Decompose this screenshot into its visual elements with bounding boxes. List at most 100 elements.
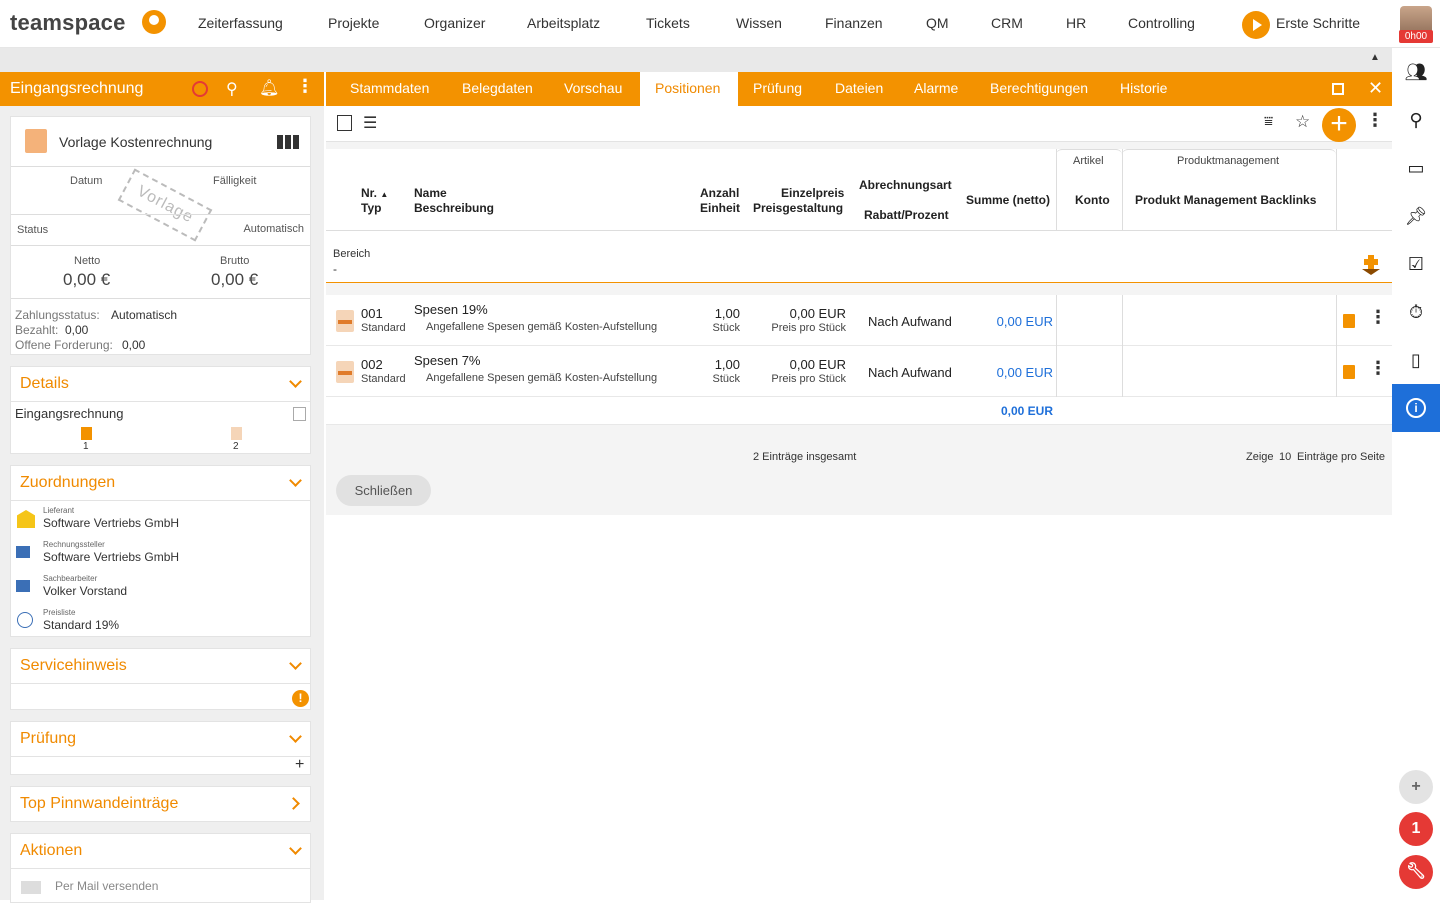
notifications-badge[interactable]: 1 — [1399, 812, 1433, 846]
tab-pruefung[interactable]: Prüfung — [753, 80, 802, 96]
header-pm-backlinks[interactable]: Produkt Management Backlinks — [1135, 193, 1316, 208]
nav-wissen[interactable]: Wissen — [736, 15, 782, 31]
nav-hr[interactable]: HR — [1066, 15, 1086, 31]
header-anzahl[interactable]: Anzahl — [700, 186, 739, 201]
header-konto[interactable]: Konto — [1075, 193, 1110, 208]
add-pruefung-icon[interactable]: + — [295, 756, 304, 774]
expand-icon[interactable] — [1332, 83, 1344, 95]
toolbar-menu-icon[interactable]: ⋮ — [1366, 110, 1384, 131]
collapse-up-icon[interactable]: ▲ — [1370, 52, 1380, 63]
header-nr[interactable]: Nr. ▲ — [361, 186, 388, 202]
nav-arbeitsplatz[interactable]: Arbeitsplatz — [527, 15, 600, 31]
tab-berechtigungen[interactable]: Berechtigungen — [990, 80, 1088, 96]
tab-historie[interactable]: Historie — [1120, 80, 1167, 96]
tab-vorschau[interactable]: Vorschau — [564, 80, 622, 96]
table-row[interactable]: 002 Standard Spesen 7% Angefallene Spese… — [326, 346, 1392, 397]
bereich-value[interactable]: - — [333, 262, 337, 276]
clerk-icon — [16, 580, 30, 592]
zahlungsstatus-value: Automatisch — [111, 308, 178, 322]
bezahlt-value: 0,00 — [65, 323, 89, 337]
mobile-icon[interactable]: ▯ — [1404, 348, 1428, 372]
nav-qm[interactable]: QM — [926, 15, 949, 31]
wrench-button[interactable]: 🔧︎ — [1399, 855, 1433, 889]
nav-zeiterfassung[interactable]: Zeiterfassung — [198, 15, 283, 31]
doc-light-icon[interactable] — [231, 427, 242, 440]
per-page-select[interactable]: 10 — [1279, 451, 1291, 463]
zuordnung-value-preisliste[interactable]: Standard 19% — [43, 618, 119, 632]
header-beschreibung: Beschreibung — [414, 201, 495, 215]
zuordnung-label-sachbearbeiter: Sachbearbeiter — [43, 574, 98, 583]
timer-icon[interactable]: ⏱︎ — [1404, 300, 1428, 324]
add-widget-button[interactable]: + — [1399, 770, 1433, 804]
close-icon[interactable]: ✕ — [1368, 78, 1383, 99]
filter-icon[interactable]: ⩸ — [1264, 113, 1273, 130]
info-button[interactable]: i — [1392, 384, 1440, 432]
row-name[interactable]: Spesen 19% — [414, 302, 488, 317]
chevron-down-icon[interactable] — [289, 375, 302, 388]
nav-tickets[interactable]: Tickets — [646, 15, 690, 31]
pin-icon[interactable]: 📌︎ — [1404, 204, 1428, 228]
delete-icon[interactable] — [1343, 365, 1355, 379]
warning-icon[interactable]: ! — [292, 690, 309, 707]
zuordnung-value-sachbearbeiter[interactable]: Volker Vorstand — [43, 584, 127, 598]
nav-crm[interactable]: CRM — [991, 15, 1023, 31]
details-title[interactable]: Details — [20, 375, 69, 393]
search-icon[interactable]: ⚲ — [1404, 108, 1428, 132]
tab-alarme[interactable]: Alarme — [914, 80, 958, 96]
nav-controlling[interactable]: Controlling — [1128, 15, 1195, 31]
tab-stammdaten[interactable]: Stammdaten — [350, 80, 429, 96]
inbox-icon[interactable]: ▭ — [1404, 156, 1428, 180]
tab-dateien[interactable]: Dateien — [835, 80, 883, 96]
nav-projekte[interactable]: Projekte — [328, 15, 379, 31]
chevron-down-icon[interactable] — [289, 842, 302, 855]
bezahlt-label: Bezahlt: — [15, 323, 59, 337]
pin-icon[interactable]: ⚲ — [226, 79, 238, 99]
bell-icon[interactable]: 🔔︎ — [259, 78, 279, 98]
pinnwand-title[interactable]: Top Pinnwandeinträge — [20, 795, 178, 813]
bug-icon[interactable] — [192, 81, 208, 97]
panel-menu-icon[interactable]: ⋮ — [296, 76, 314, 97]
chevron-down-icon[interactable] — [289, 730, 302, 743]
brutto-value: 0,00 € — [211, 270, 259, 289]
grid-menu-icon[interactable] — [277, 135, 299, 149]
nav-organizer[interactable]: Organizer — [424, 15, 485, 31]
mail-icon — [21, 881, 41, 894]
zuordnungen-title[interactable]: Zuordnungen — [20, 474, 115, 492]
menu-icon[interactable]: ☰ — [363, 113, 377, 133]
details-type: Eingangsrechnung — [15, 406, 124, 421]
chevron-down-icon[interactable] — [289, 657, 302, 670]
pinnwand-section: Top Pinnwandeinträge — [10, 786, 311, 822]
pruefung-title[interactable]: Prüfung — [20, 730, 76, 748]
header-abrechnungsart[interactable]: Abrechnungsart — [859, 178, 952, 193]
header-einzelpreis[interactable]: Einzelpreis — [781, 186, 844, 201]
doc-orange-icon[interactable] — [81, 427, 92, 440]
row-name[interactable]: Spesen 7% — [414, 353, 481, 368]
header-name[interactable]: Name — [414, 186, 447, 201]
vorlage-stamp: Vorlage — [117, 168, 213, 242]
pdf-icon[interactable] — [293, 407, 306, 421]
tab-positionen[interactable]: Positionen — [655, 80, 720, 96]
chevron-down-icon[interactable] — [289, 474, 302, 487]
header-summe[interactable]: Summe (netto) — [966, 193, 1050, 208]
zuordnung-value-lieferant[interactable]: Software Vertriebs GmbH — [43, 516, 179, 530]
mail-action[interactable]: Per Mail versenden — [55, 879, 158, 893]
close-button[interactable]: Schließen — [336, 475, 431, 506]
row-menu-icon[interactable]: ⋮ — [1369, 307, 1387, 328]
delete-icon[interactable] — [1343, 314, 1355, 328]
star-icon[interactable]: ☆ — [1295, 112, 1310, 132]
table-row[interactable]: 001 Standard Spesen 19% Angefallene Spes… — [326, 295, 1392, 346]
row-menu-icon[interactable]: ⋮ — [1369, 358, 1387, 379]
app-logo[interactable]: teamspace — [10, 10, 126, 36]
servicehinweis-title[interactable]: Servicehinweis — [20, 657, 127, 675]
chevron-right-icon[interactable] — [287, 797, 300, 810]
zuordnung-value-rechnungssteller[interactable]: Software Vertriebs GmbH — [43, 550, 179, 564]
add-bereich-icon[interactable] — [1362, 255, 1380, 275]
nav-finanzen[interactable]: Finanzen — [825, 15, 883, 31]
list-view-icon[interactable] — [337, 115, 352, 131]
add-position-button[interactable]: + — [1322, 108, 1356, 142]
contacts-icon[interactable]: 👥︎ — [1404, 60, 1428, 84]
aktionen-title[interactable]: Aktionen — [20, 842, 82, 860]
tasks-icon[interactable]: ☑ — [1404, 252, 1428, 276]
zeige-label: Zeige — [1246, 451, 1274, 463]
tab-belegdaten[interactable]: Belegdaten — [462, 80, 533, 96]
